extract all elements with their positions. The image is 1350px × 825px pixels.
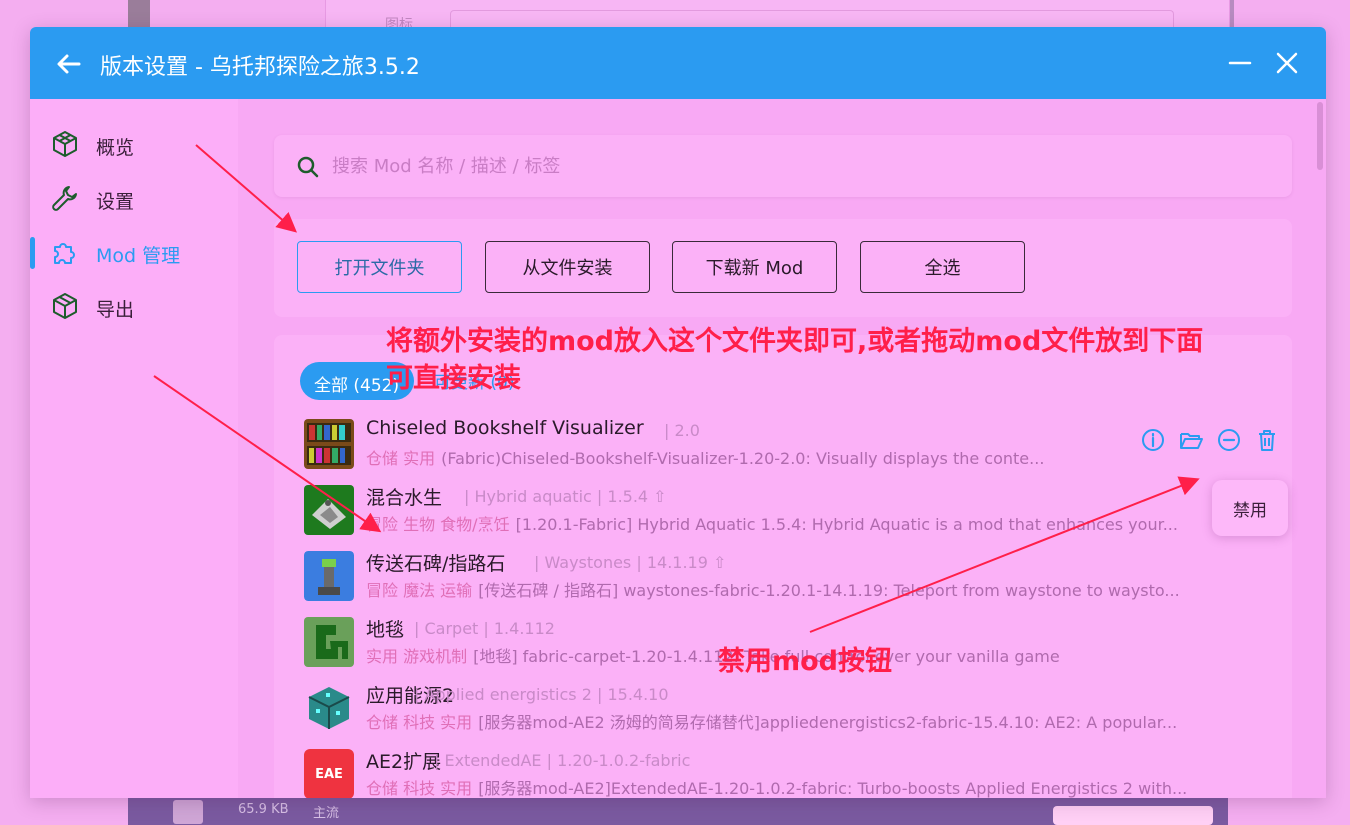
mod-manage-panel: 打开文件夹 从文件安装 下载新 Mod 全选 全部 (452) 可更新 (0) — [238, 99, 1326, 798]
mod-meta: | Hybrid aquatic | 1.5.4 ⇧ — [464, 487, 667, 506]
select-all-button[interactable]: 全选 — [860, 241, 1025, 293]
mod-desc-text: [服务器mod-AE2]ExtendedAE-1.20-1.0.2-fabric… — [478, 779, 1188, 798]
mod-meta: | Carpet | 1.4.112 — [414, 619, 555, 638]
mod-desc-text: [1.20.1-Fabric] Hybrid Aquatic 1.5.4: Hy… — [515, 515, 1178, 534]
sidebar-item-export[interactable]: 导出 — [30, 285, 238, 327]
dialog-title: 版本设置 - 乌托邦探险之旅3.5.2 — [100, 55, 420, 80]
action-buttons: 打开文件夹 从文件安装 下载新 Mod 全选 — [274, 219, 1292, 317]
back-arrow-icon[interactable] — [54, 49, 84, 79]
install-from-file-button[interactable]: 从文件安装 — [485, 241, 650, 293]
mod-icon-bookshelf — [304, 419, 354, 469]
mod-description: 冒险 魔法 运输 [传送石碑 / 指路石] waystones-fabric-1.… — [366, 577, 1246, 601]
close-icon[interactable] — [1273, 49, 1301, 77]
disable-icon[interactable] — [1216, 427, 1242, 453]
mod-icon-hybrid-aquatic — [304, 485, 354, 535]
mod-icon-applied-energistics — [304, 683, 354, 733]
trash-icon[interactable] — [1254, 427, 1280, 453]
open-folder-button[interactable]: 打开文件夹 — [297, 241, 462, 293]
mod-meta: | Applied energistics 2 | 15.4.10 — [414, 685, 669, 704]
mod-tags: 仓储 科技 实用 — [366, 713, 473, 732]
mod-row[interactable]: 混合水生 | Hybrid aquatic | 1.5.4 ⇧ 冒险 生物 食物… — [304, 481, 1284, 547]
search-bar — [274, 135, 1292, 197]
background-tag — [1053, 806, 1213, 825]
mod-list: 全部 (452) 可更新 (0) Chiseled Bookshelf Visu… — [274, 335, 1292, 798]
mod-desc-text: [传送石碑 / 指路石] waystones-fabric-1.20.1-14.… — [478, 581, 1180, 600]
row-actions — [1140, 427, 1280, 455]
annotation-folder-note-line1: 将额外安装的mod放入这个文件夹即可,或者拖动mod文件放到下面 — [386, 326, 1204, 357]
mod-tags: 冒险 魔法 运输 — [366, 581, 473, 600]
sidebar-item-overview[interactable]: 概览 — [30, 123, 238, 165]
disable-tooltip: 禁用 — [1212, 480, 1288, 536]
mod-row[interactable]: Chiseled Bookshelf Visualizer | 2.0 仓储 实… — [304, 415, 1284, 481]
mod-icon-badge: EAE — [315, 766, 343, 782]
sidebar-item-label: 导出 — [96, 299, 135, 321]
sidebar: 概览 设置 Mod 管理 导出 — [30, 99, 238, 798]
folder-open-icon[interactable] — [1178, 427, 1204, 453]
background-bottom-bar: 65.9 KB 主流 — [128, 798, 1228, 825]
mod-icon-carpet — [304, 617, 354, 667]
mod-description: 冒险 生物 食物/烹饪 [1.20.1-Fabric] Hybrid Aquati… — [366, 511, 1246, 535]
puzzle-icon — [54, 243, 75, 264]
background-field — [450, 10, 1174, 28]
mod-description: 仓储 实用 (Fabric)Chiseled-Bookshelf-Visualiz… — [366, 445, 1086, 469]
mod-meta: | 2.0 — [664, 421, 700, 440]
mod-tags: 实用 游戏机制 — [366, 647, 468, 666]
wrench-icon — [52, 186, 77, 211]
mod-icon-extended-ae: EAE — [304, 749, 354, 798]
mod-meta: | ExtendedAE | 1.20-1.0.2-fabric — [434, 751, 691, 770]
mod-tags: 仓储 科技 实用 — [366, 779, 473, 798]
mod-row[interactable]: 应用能源2 | Applied energistics 2 | 15.4.10 … — [304, 679, 1284, 745]
sidebar-item-mod-manage[interactable]: Mod 管理 — [30, 231, 238, 273]
background-extra: 主流 — [313, 806, 340, 821]
mod-row[interactable]: 传送石碑/指路石 | Waystones | 14.1.19 ⇧ 冒险 魔法 运… — [304, 547, 1284, 613]
mod-desc-text: (Fabric)Chiseled-Bookshelf-Visualizer-1.… — [441, 449, 1045, 468]
mod-meta: | Waystones | 14.1.19 ⇧ — [534, 553, 727, 572]
annotation-folder-note-line2: 可直接安装 — [386, 363, 521, 394]
mod-desc-text: [服务器mod-AE2 汤姆的简易存储替代]appliedenergistics… — [478, 713, 1178, 732]
mod-icon-waystones — [304, 551, 354, 601]
mod-tags: 冒险 生物 食物/烹饪 — [366, 515, 510, 534]
info-icon[interactable] — [1140, 427, 1166, 453]
mod-name: 传送石碑/指路石 — [366, 553, 506, 575]
mod-name: 地毯 — [366, 619, 405, 641]
minimize-icon[interactable] — [1226, 49, 1254, 77]
download-new-mod-button[interactable]: 下载新 Mod — [672, 241, 837, 293]
box-export-icon — [53, 293, 77, 319]
annotation-disable-note: 禁用mod按钮 — [718, 646, 893, 677]
background-size: 65.9 KB — [238, 802, 289, 817]
sidebar-item-label: Mod 管理 — [96, 245, 181, 267]
mod-name: 混合水生 — [366, 487, 443, 509]
sidebar-item-label: 概览 — [96, 137, 135, 159]
background-thumb — [173, 800, 203, 824]
search-input[interactable] — [332, 149, 1232, 183]
mod-name: Chiseled Bookshelf Visualizer — [366, 417, 644, 439]
mod-row[interactable]: EAE AE2扩展 | ExtendedAE | 1.20-1.0.2-fabr… — [304, 745, 1284, 798]
cube-outline-icon — [53, 131, 77, 157]
background-strip — [128, 0, 150, 28]
search-icon — [297, 156, 319, 178]
mod-tags: 仓储 实用 — [366, 449, 436, 468]
sidebar-item-settings[interactable]: 设置 — [30, 177, 238, 219]
mod-description: 仓储 科技 实用 [服务器mod-AE2]ExtendedAE-1.20-1.0.… — [366, 775, 1246, 798]
mod-description: 仓储 科技 实用 [服务器mod-AE2 汤姆的简易存储替代]appliedene… — [366, 709, 1246, 733]
title-bar: 版本设置 - 乌托邦探险之旅3.5.2 — [30, 27, 1326, 99]
version-settings-dialog: 版本设置 - 乌托邦探险之旅3.5.2 概览 设置 Mod 管理 导出 搜索 M… — [30, 27, 1326, 798]
sidebar-item-label: 设置 — [96, 191, 135, 213]
mod-name: AE2扩展 — [366, 751, 442, 773]
scrollbar-thumb[interactable] — [1317, 102, 1323, 170]
